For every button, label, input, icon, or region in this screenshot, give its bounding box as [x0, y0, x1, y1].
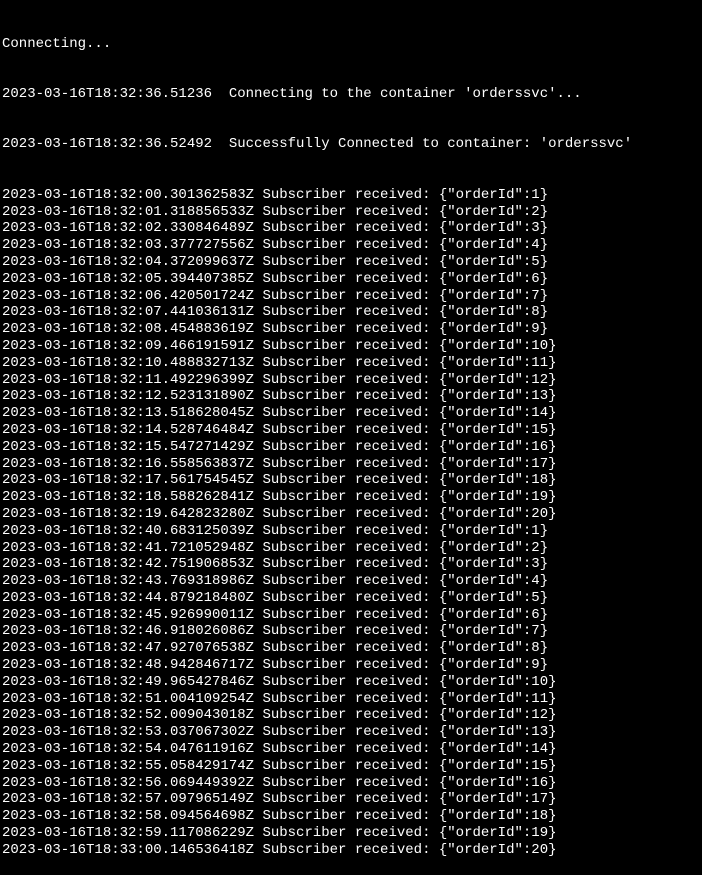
log-line: 2023-03-16T18:32:16.558563837Z Subscribe… [2, 456, 700, 473]
log-line: 2023-03-16T18:32:56.069449392Z Subscribe… [2, 775, 700, 792]
log-line: 2023-03-16T18:32:43.769318986Z Subscribe… [2, 573, 700, 590]
log-line: 2023-03-16T18:32:19.642823280Z Subscribe… [2, 506, 700, 523]
log-lines-container: 2023-03-16T18:32:00.301362583Z Subscribe… [2, 187, 700, 859]
log-line: 2023-03-16T18:32:12.523131890Z Subscribe… [2, 388, 700, 405]
success-connect-line: 2023-03-16T18:32:36.52492 Successfully C… [2, 136, 700, 153]
log-line: 2023-03-16T18:32:52.009043018Z Subscribe… [2, 707, 700, 724]
log-line: 2023-03-16T18:32:46.918026086Z Subscribe… [2, 623, 700, 640]
log-line: 2023-03-16T18:32:08.454883619Z Subscribe… [2, 321, 700, 338]
log-line: 2023-03-16T18:32:02.330846489Z Subscribe… [2, 220, 700, 237]
log-line: 2023-03-16T18:32:48.942846717Z Subscribe… [2, 657, 700, 674]
log-line: 2023-03-16T18:32:44.879218480Z Subscribe… [2, 590, 700, 607]
log-line: 2023-03-16T18:32:18.588262841Z Subscribe… [2, 489, 700, 506]
log-line: 2023-03-16T18:32:07.441036131Z Subscribe… [2, 304, 700, 321]
log-line: 2023-03-16T18:32:53.037067302Z Subscribe… [2, 724, 700, 741]
log-line: 2023-03-16T18:32:59.117086229Z Subscribe… [2, 825, 700, 842]
log-line: 2023-03-16T18:32:04.372099637Z Subscribe… [2, 254, 700, 271]
terminal-output: Connecting... 2023-03-16T18:32:36.51236 … [2, 2, 700, 875]
log-line: 2023-03-16T18:32:17.561754545Z Subscribe… [2, 472, 700, 489]
log-line: 2023-03-16T18:32:00.301362583Z Subscribe… [2, 187, 700, 204]
log-line: 2023-03-16T18:33:00.146536418Z Subscribe… [2, 842, 700, 859]
log-line: 2023-03-16T18:32:15.547271429Z Subscribe… [2, 439, 700, 456]
log-line: 2023-03-16T18:32:55.058429174Z Subscribe… [2, 758, 700, 775]
log-line: 2023-03-16T18:32:51.004109254Z Subscribe… [2, 691, 700, 708]
log-line: 2023-03-16T18:32:10.488832713Z Subscribe… [2, 355, 700, 372]
log-line: 2023-03-16T18:32:06.420501724Z Subscribe… [2, 288, 700, 305]
log-line: 2023-03-16T18:32:13.518628045Z Subscribe… [2, 405, 700, 422]
log-line: 2023-03-16T18:32:11.492296399Z Subscribe… [2, 372, 700, 389]
log-line: 2023-03-16T18:32:41.721052948Z Subscribe… [2, 540, 700, 557]
log-line: 2023-03-16T18:32:40.683125039Z Subscribe… [2, 523, 700, 540]
log-line: 2023-03-16T18:32:03.377727556Z Subscribe… [2, 237, 700, 254]
log-line: 2023-03-16T18:32:49.965427846Z Subscribe… [2, 674, 700, 691]
log-line: 2023-03-16T18:32:14.528746484Z Subscribe… [2, 422, 700, 439]
connecting-line: Connecting... [2, 36, 700, 53]
log-line: 2023-03-16T18:32:01.318856533Z Subscribe… [2, 204, 700, 221]
log-line: 2023-03-16T18:32:47.927076538Z Subscribe… [2, 640, 700, 657]
log-line: 2023-03-16T18:32:05.394407385Z Subscribe… [2, 271, 700, 288]
log-line: 2023-03-16T18:32:45.926990011Z Subscribe… [2, 607, 700, 624]
log-line: 2023-03-16T18:32:58.094564698Z Subscribe… [2, 808, 700, 825]
log-line: 2023-03-16T18:32:09.466191591Z Subscribe… [2, 338, 700, 355]
connect-container-line: 2023-03-16T18:32:36.51236 Connecting to … [2, 86, 700, 103]
log-line: 2023-03-16T18:32:57.097965149Z Subscribe… [2, 791, 700, 808]
log-line: 2023-03-16T18:32:42.751906853Z Subscribe… [2, 556, 700, 573]
